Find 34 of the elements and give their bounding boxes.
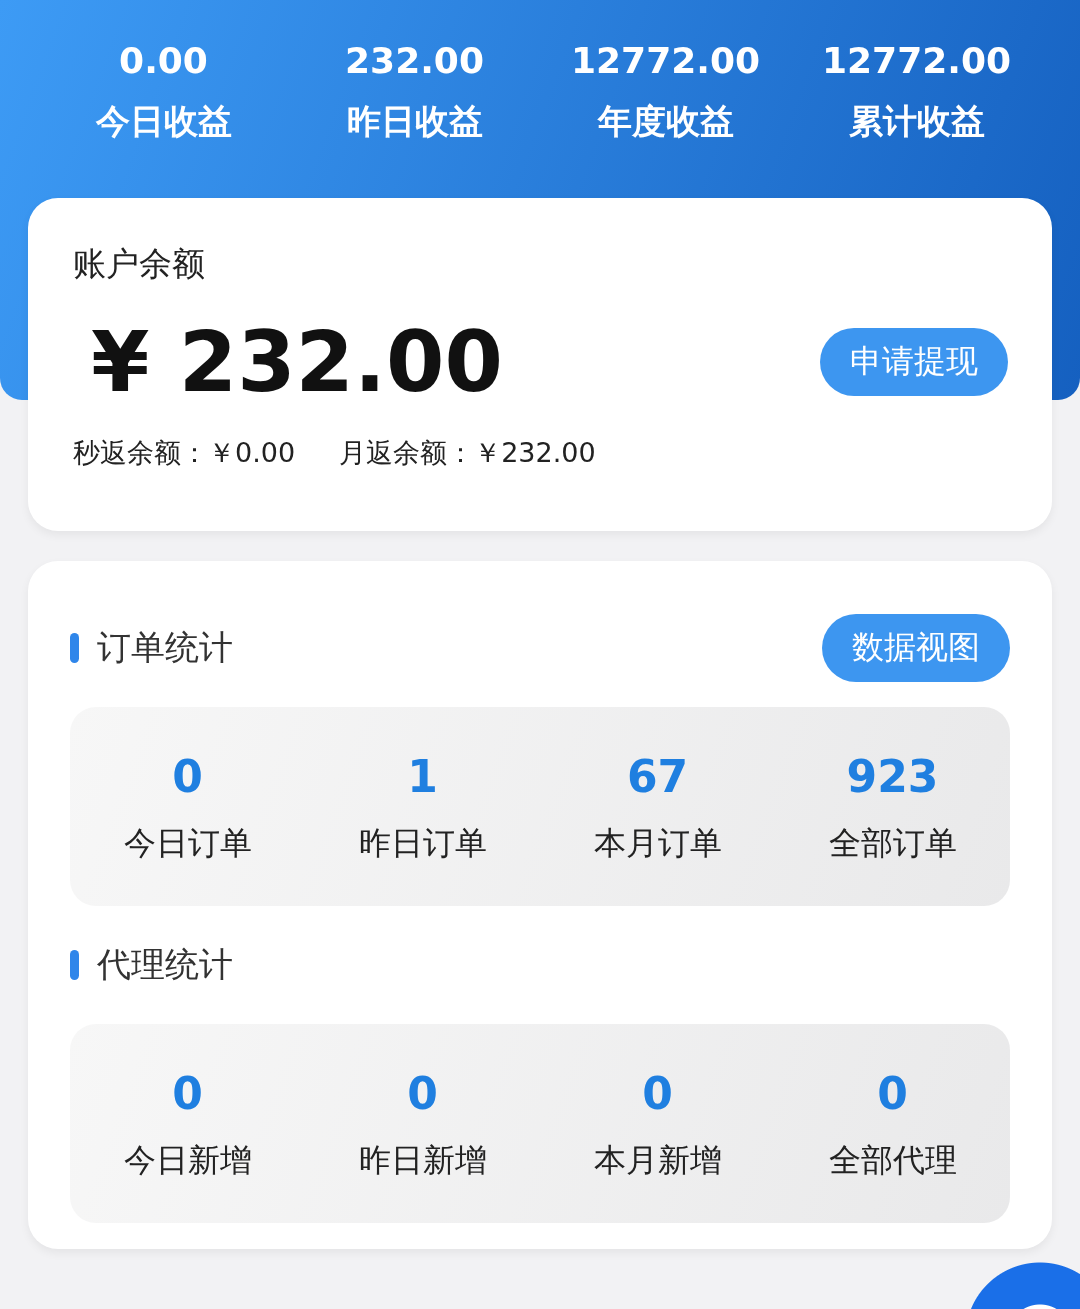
balance-detail: 秒返余额：￥0.00 [73, 436, 296, 470]
title-marker [70, 633, 79, 663]
stat-label: 昨日新增 [358, 1140, 487, 1181]
earnings-label: 累计收益 [848, 100, 985, 143]
stat-value: 923 [846, 751, 939, 802]
balance-detail: 月返余额：￥232.00 [339, 436, 596, 470]
title-marker [70, 950, 79, 980]
stat-value: 0 [172, 751, 203, 802]
section-title: 订单统计 [97, 626, 233, 669]
stat-value: 0 [877, 1068, 908, 1119]
stat-label: 本月订单 [593, 823, 722, 864]
earnings-value: 12772.00 [822, 40, 1011, 81]
stat-value: 0 [642, 1068, 673, 1119]
earnings-value: 0.00 [119, 40, 208, 81]
balance-title: 账户余额 [73, 243, 206, 285]
stat-label: 今日新增 [123, 1140, 252, 1181]
stat-value: 67 [626, 751, 689, 802]
stat-label: 昨日订单 [358, 823, 487, 864]
stat-value: 1 [407, 751, 438, 802]
withdraw-button[interactable]: 申请提现 [820, 328, 1008, 396]
stat-value: 0 [172, 1068, 203, 1119]
stat-label: 本月新增 [593, 1140, 722, 1181]
earnings-value: 232.00 [345, 40, 484, 81]
section-title: 代理统计 [97, 943, 233, 986]
earnings-value: 12772.00 [571, 40, 760, 81]
stat-value: 0 [407, 1068, 438, 1119]
earnings-label: 今日收益 [95, 100, 232, 143]
earnings-label: 年度收益 [597, 100, 734, 143]
stat-label: 全部代理 [828, 1140, 957, 1181]
stat-label: 全部订单 [828, 823, 957, 864]
data-view-button[interactable]: 数据视图 [822, 614, 1010, 682]
earnings-label: 昨日收益 [346, 100, 483, 143]
balance-amount: ¥ 232.00 [90, 313, 503, 411]
stat-label: 今日订单 [123, 823, 252, 864]
